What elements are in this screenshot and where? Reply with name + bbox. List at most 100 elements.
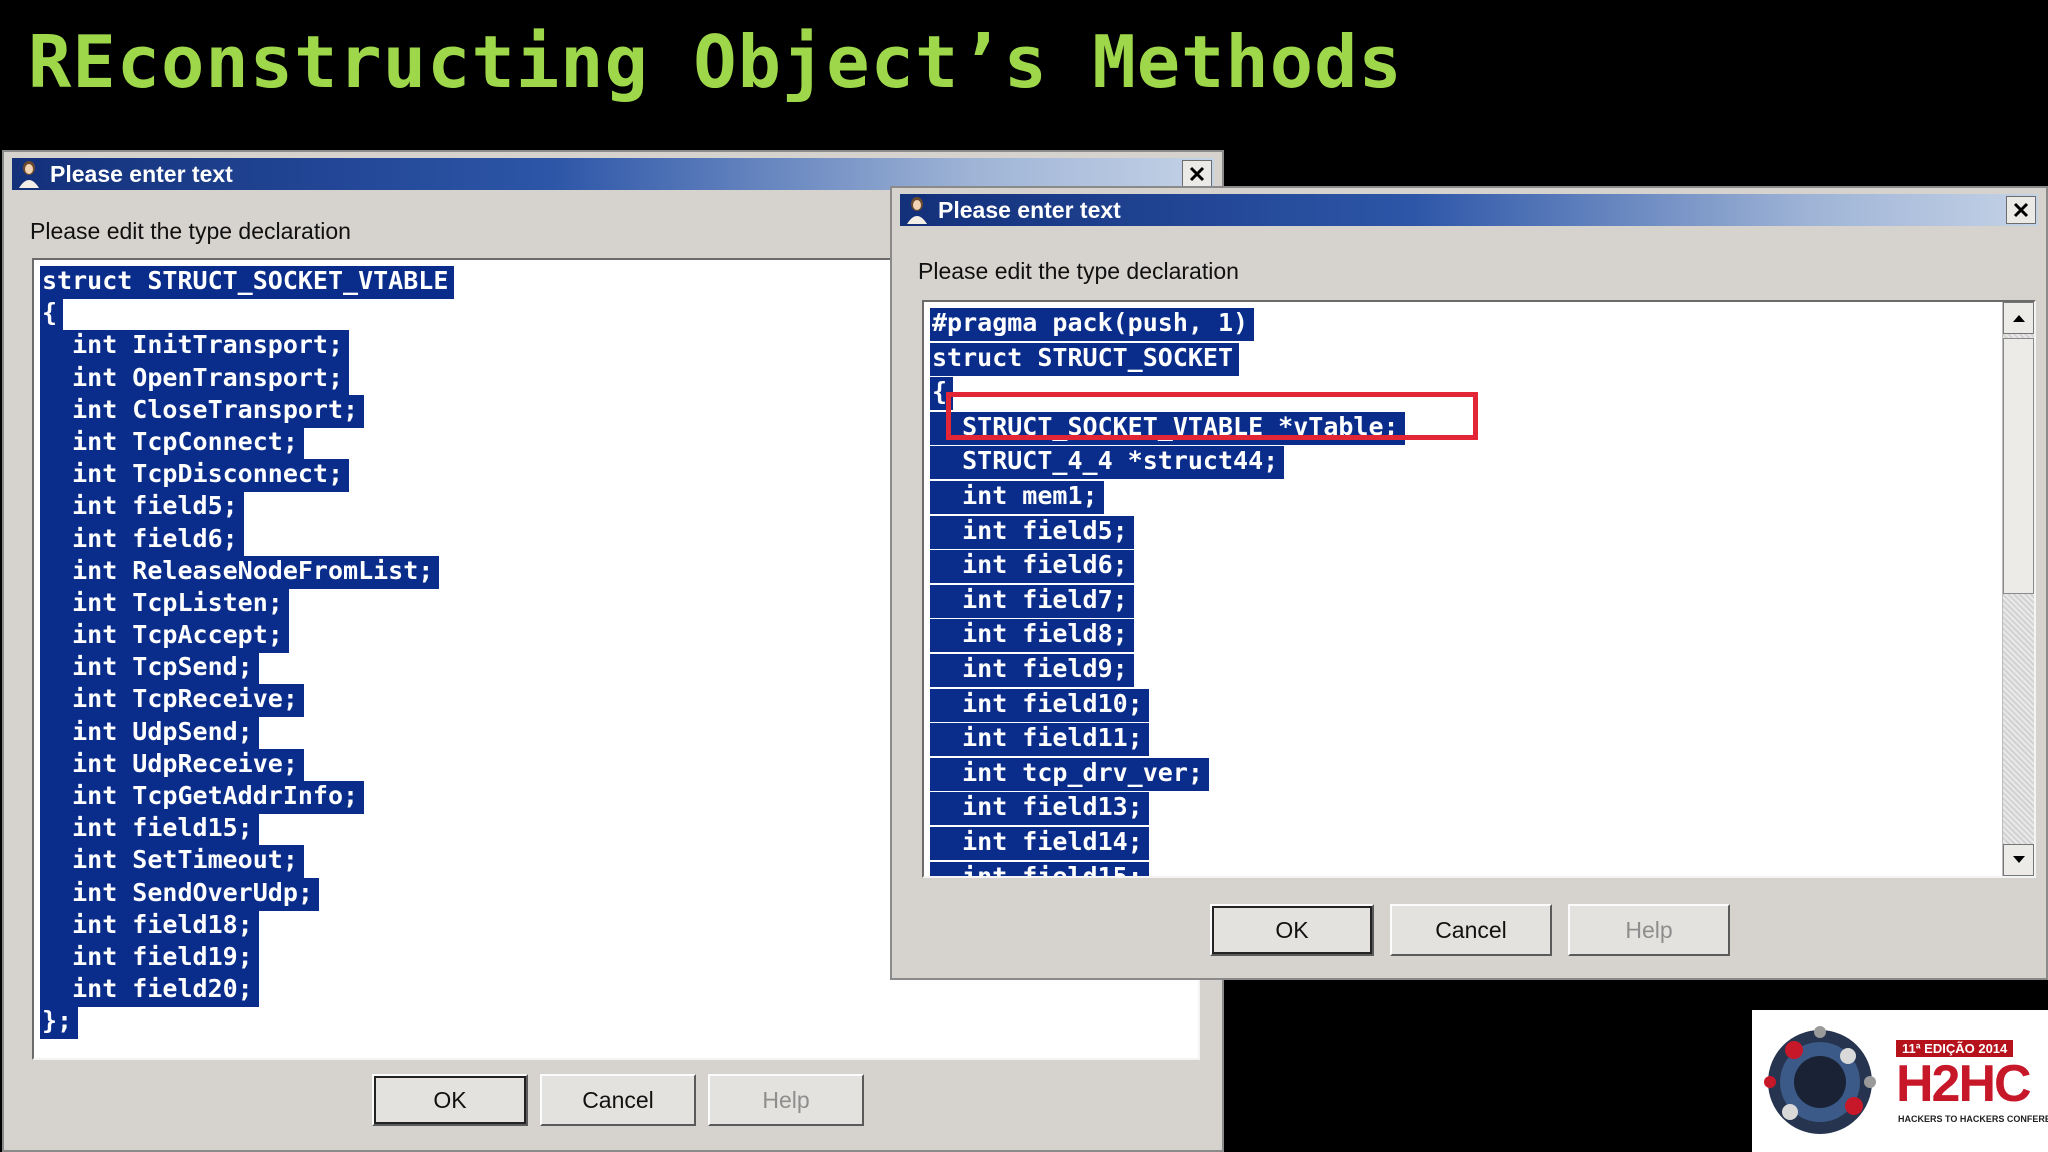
ok-button[interactable]: OK xyxy=(1210,904,1374,956)
code-line-text: { xyxy=(930,377,954,411)
code-line: #pragma pack(push, 1) xyxy=(930,308,1405,343)
code-line: int UdpSend; xyxy=(40,716,454,750)
code-line: int OpenTransport; xyxy=(40,362,454,396)
type-declaration-dialog-right: Please enter text Please edit the type d… xyxy=(890,186,2048,980)
slide-title: REconstructing Object’s Methods xyxy=(28,20,1403,104)
scroll-down-button[interactable] xyxy=(2003,844,2034,876)
globe-logo-icon xyxy=(1764,1026,1876,1134)
code-line-text: int TcpListen; xyxy=(40,587,289,621)
code-line-text: int field5; xyxy=(40,491,244,525)
code-line-text: int TcpDisconnect; xyxy=(40,459,350,493)
code-line-text: int field18; xyxy=(40,909,259,943)
code-line-text: int field6; xyxy=(930,550,1134,584)
code-line: int TcpSend; xyxy=(40,652,454,686)
code-line-text: int field9; xyxy=(930,653,1134,687)
ok-button[interactable]: OK xyxy=(372,1074,528,1126)
code-line: int CloseTransport; xyxy=(40,394,454,428)
dialog-title: Please enter text xyxy=(50,161,233,187)
code-line-text: int field15; xyxy=(930,861,1149,876)
code-line-text: int tcp_drv_ver; xyxy=(930,757,1209,791)
code-line: int field6; xyxy=(930,550,1405,585)
code-line: int SetTimeout; xyxy=(40,845,454,879)
code-line: int field15; xyxy=(930,861,1405,876)
code-line: STRUCT_4_4 *struct44; xyxy=(930,446,1405,481)
code-line: STRUCT_SOCKET_VTABLE *vTable; xyxy=(930,411,1405,447)
code-line-text: int mem1; xyxy=(930,480,1104,514)
code-line-text: { xyxy=(40,298,64,332)
dialog-prompt: Please edit the type declaration xyxy=(918,258,1239,284)
code-line-text: int TcpAccept; xyxy=(40,620,289,654)
code-line-text: int CloseTransport; xyxy=(40,394,365,428)
code-line: int field20; xyxy=(40,974,454,1008)
app-icon xyxy=(19,161,39,188)
code-line: int field5; xyxy=(930,515,1405,551)
scroll-up-button[interactable] xyxy=(2003,302,2034,334)
code-line: int field19; xyxy=(40,941,454,975)
code-line-text: int field11; xyxy=(930,723,1149,757)
arrow-up-icon xyxy=(2012,315,2025,322)
code-line-text: int field13; xyxy=(930,792,1149,826)
code-line: int UdpReceive; xyxy=(40,748,454,782)
cancel-button[interactable]: Cancel xyxy=(540,1074,696,1126)
dialog-prompt: Please edit the type declaration xyxy=(30,218,351,244)
code-line-text: int UdpReceive; xyxy=(40,748,304,782)
code-line-text: int UdpSend; xyxy=(40,716,259,750)
code-line-text: int InitTransport; xyxy=(40,330,350,364)
code-line-text: int field14; xyxy=(930,826,1149,860)
type-declaration-editor[interactable]: #pragma pack(push, 1) struct STRUCT_SOCKE… xyxy=(922,300,2036,878)
code-line-text: int field10; xyxy=(930,688,1149,722)
code-text: struct STRUCT_SOCKET_VTABLE{ int InitTra… xyxy=(40,266,455,1040)
code-line: int field13; xyxy=(930,792,1405,827)
close-icon xyxy=(2013,202,2029,218)
help-button[interactable]: Help xyxy=(708,1074,864,1126)
code-line: }; xyxy=(40,1006,454,1040)
code-line-text: }; xyxy=(40,1006,79,1040)
code-line: int field10; xyxy=(930,688,1405,724)
code-line: int TcpDisconnect; xyxy=(40,459,454,493)
code-line-text: int field20; xyxy=(40,974,259,1008)
code-line-text: int field7; xyxy=(930,584,1134,618)
code-line: int field9; xyxy=(930,653,1405,689)
code-line-text: int field5; xyxy=(930,515,1134,549)
code-line-text: int field19; xyxy=(40,941,259,975)
code-line: int field6; xyxy=(40,523,454,557)
vertical-scrollbar[interactable] xyxy=(2002,302,2034,876)
scroll-thumb[interactable] xyxy=(2003,338,2034,594)
code-line: int tcp_drv_ver; xyxy=(930,757,1405,793)
help-button[interactable]: Help xyxy=(1568,904,1730,956)
logo-brand: H2HC xyxy=(1896,1055,2032,1113)
close-button[interactable] xyxy=(2006,196,2036,224)
code-line-text: STRUCT_4_4 *struct44; xyxy=(930,446,1285,480)
dialog-title: Please enter text xyxy=(938,197,1121,223)
code-line: int TcpConnect; xyxy=(40,426,454,460)
code-line: struct STRUCT_SOCKET_VTABLE xyxy=(40,266,455,299)
code-line-text: struct STRUCT_SOCKET xyxy=(930,342,1240,376)
code-line: int TcpAccept; xyxy=(40,620,454,654)
code-line: int mem1; xyxy=(930,480,1405,516)
code-line-text: int TcpConnect; xyxy=(40,426,304,460)
code-line: { xyxy=(40,298,454,332)
code-line-text: STRUCT_SOCKET_VTABLE *vTable; xyxy=(930,411,1405,445)
code-line-text: int field8; xyxy=(930,619,1134,653)
code-line-text: int TcpGetAddrInfo; xyxy=(40,781,365,814)
code-line-text: int ReleaseNodeFromList; xyxy=(40,555,440,589)
code-line: int SendOverUdp; xyxy=(40,877,454,911)
code-line: int ReleaseNodeFromList; xyxy=(40,555,454,589)
code-line-text: int field15; xyxy=(40,813,259,847)
code-line: int field18; xyxy=(40,909,454,943)
code-line: int TcpReceive; xyxy=(40,684,454,718)
code-line-text: int SetTimeout; xyxy=(40,845,304,879)
dialog-titlebar[interactable]: Please enter text xyxy=(900,194,2038,226)
code-line-text: #pragma pack(push, 1) xyxy=(930,308,1255,341)
code-line: int field11; xyxy=(930,723,1405,758)
code-line: int InitTransport; xyxy=(40,330,454,364)
app-icon xyxy=(907,197,927,224)
code-line-text: int field6; xyxy=(40,523,244,557)
code-line: int field5; xyxy=(40,491,454,525)
cancel-button[interactable]: Cancel xyxy=(1390,904,1552,956)
code-line-text: int OpenTransport; xyxy=(40,362,350,396)
code-line: { xyxy=(930,377,1405,412)
code-line: int TcpGetAddrInfo; xyxy=(40,781,454,814)
code-line: int field7; xyxy=(930,584,1405,620)
close-button[interactable] xyxy=(1182,160,1212,188)
